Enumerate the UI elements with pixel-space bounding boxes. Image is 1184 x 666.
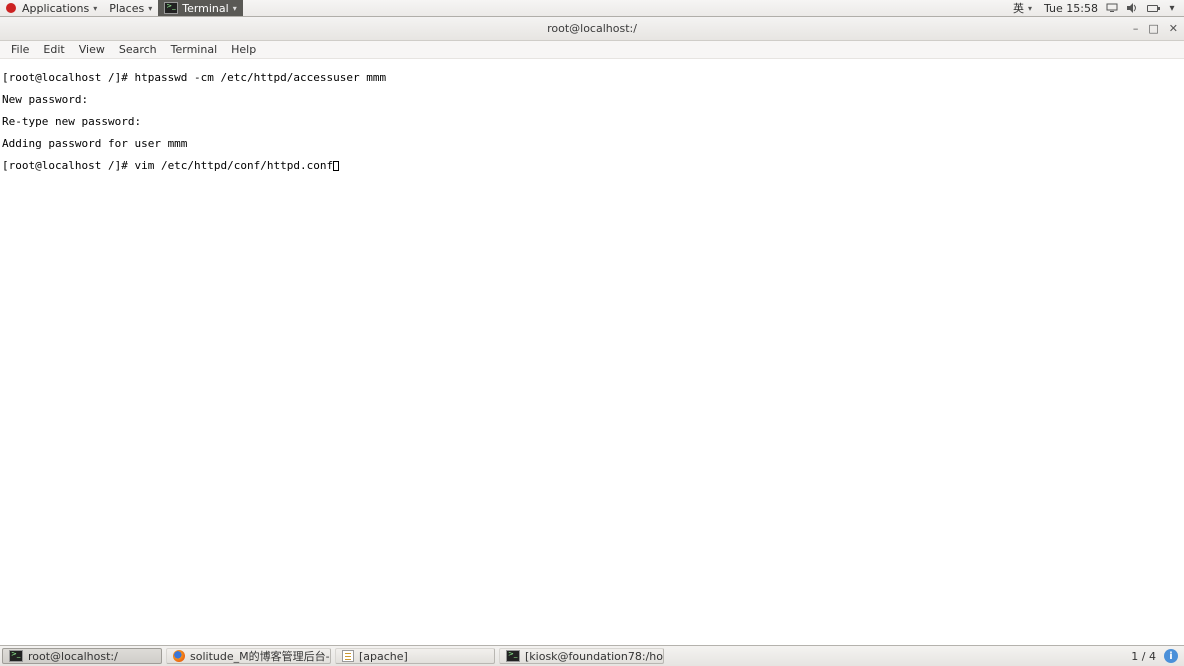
terminal-line: [root@localhost /]# htpasswd -cm /etc/ht… (2, 72, 1182, 83)
terminal-icon (506, 650, 520, 662)
distro-logo-icon (6, 3, 16, 13)
bottom-panel: root@localhost:/ solitude_M的博客管理后台-51CT.… (0, 645, 1184, 666)
clock[interactable]: Tue 15:58 (1044, 2, 1098, 15)
window-menubar: File Edit View Search Terminal Help (0, 41, 1184, 59)
terminal-line: Adding password for user mmm (2, 138, 1182, 149)
window-titlebar[interactable]: root@localhost:/ – □ ✕ (0, 17, 1184, 41)
terminal-icon (164, 2, 178, 14)
menu-search[interactable]: Search (112, 43, 164, 56)
terminal-app-menu[interactable]: Terminal ▾ (158, 0, 243, 16)
ime-label: 英 (1013, 0, 1024, 16)
taskbar-item-label: root@localhost:/ (28, 650, 118, 663)
document-icon (342, 650, 354, 662)
terminal-line: [root@localhost /]# vim /etc/httpd/conf/… (2, 160, 1182, 171)
chevron-down-icon: ▾ (233, 4, 237, 13)
window-close-button[interactable]: ✕ (1169, 22, 1178, 35)
terminal-line: Re-type new password: (2, 116, 1182, 127)
menu-view[interactable]: View (72, 43, 112, 56)
taskbar-item-label: solitude_M的博客管理后台-51CT... (190, 648, 331, 664)
top-panel: Applications ▾ Places ▾ Terminal ▾ 英 ▾ T… (0, 0, 1184, 17)
taskbar-item-terminal-2[interactable]: [kiosk@foundation78:/home/kiosk... (499, 648, 664, 664)
places-menu[interactable]: Places ▾ (103, 0, 158, 16)
window-title: root@localhost:/ (547, 22, 637, 35)
volume-icon[interactable] (1126, 2, 1138, 14)
applications-label: Applications (22, 2, 89, 15)
taskbar-item-apache[interactable]: [apache] (335, 648, 495, 664)
terminal-viewport[interactable]: [root@localhost /]# htpasswd -cm /etc/ht… (0, 59, 1184, 645)
taskbar-item-label: [kiosk@foundation78:/home/kiosk... (525, 650, 664, 663)
workspace-indicator[interactable]: 1 / 4 (1131, 650, 1156, 663)
chevron-down-icon: ▾ (148, 4, 152, 13)
terminal-line: New password: (2, 94, 1182, 105)
ime-indicator[interactable]: 英 ▾ (1009, 0, 1036, 16)
taskbar-item-firefox[interactable]: solitude_M的博客管理后台-51CT... (166, 648, 331, 664)
firefox-icon (173, 650, 185, 662)
window-maximize-button[interactable]: □ (1148, 22, 1158, 35)
menu-edit[interactable]: Edit (36, 43, 71, 56)
places-label: Places (109, 2, 144, 15)
menu-file[interactable]: File (4, 43, 36, 56)
system-menu-icon[interactable]: ▾ (1166, 2, 1178, 14)
terminal-cursor (333, 161, 339, 171)
terminal-app-label: Terminal (182, 2, 229, 15)
menu-help[interactable]: Help (224, 43, 263, 56)
chevron-down-icon: ▾ (1028, 4, 1032, 13)
taskbar-item-terminal[interactable]: root@localhost:/ (2, 648, 162, 664)
terminal-icon (9, 650, 23, 662)
info-icon[interactable]: i (1164, 649, 1178, 663)
taskbar-item-label: [apache] (359, 650, 408, 663)
applications-menu[interactable]: Applications ▾ (0, 0, 103, 16)
chevron-down-icon: ▾ (93, 4, 97, 13)
menu-terminal[interactable]: Terminal (164, 43, 225, 56)
battery-icon[interactable] (1146, 2, 1158, 14)
display-icon[interactable] (1106, 2, 1118, 14)
window-minimize-button[interactable]: – (1133, 22, 1139, 35)
